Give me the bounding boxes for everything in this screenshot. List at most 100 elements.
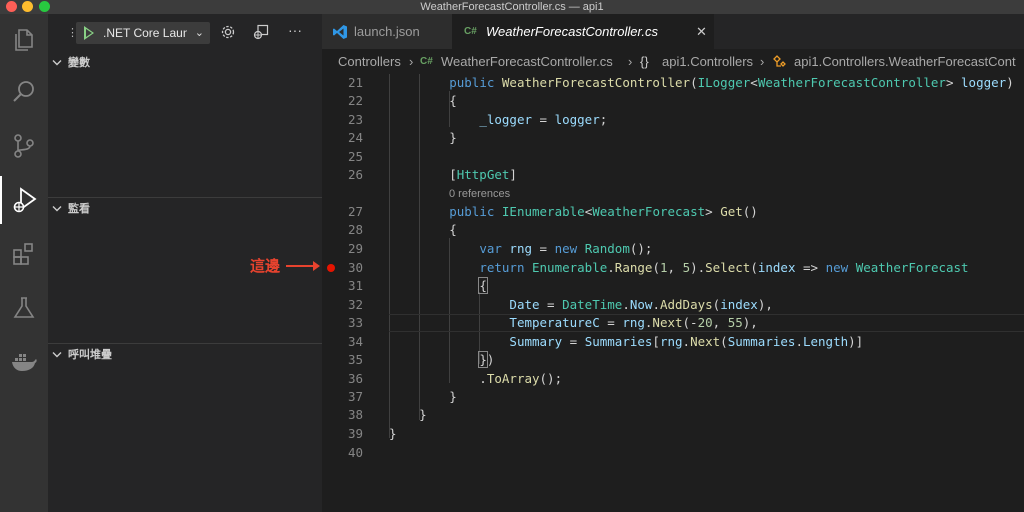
code-line: 29 var rng = new Random(); (322, 240, 1024, 258)
namespace-icon: {} (640, 54, 649, 69)
line-number: 32 (347, 297, 363, 312)
launch-config-select[interactable]: .NET Core Launch ⌄ (76, 22, 210, 44)
code-line: 34 Summary = Summaries[rng.Next(Summarie… (322, 333, 1024, 351)
code-text: public WeatherForecastController(ILogger… (449, 75, 1014, 90)
codelens-references[interactable]: 0 references (449, 185, 510, 203)
code-text: } (389, 130, 457, 145)
explorer-icon[interactable] (0, 16, 48, 64)
code-line: 32 Date = DateTime.Now.AddDays(index), (322, 296, 1024, 314)
code-editor[interactable]: 21 public WeatherForecastController(ILog… (322, 74, 1024, 512)
breadcrumb-item[interactable]: api1.Controllers (662, 55, 753, 69)
watch-section-header[interactable]: 監看 (48, 198, 322, 220)
testing-icon[interactable] (0, 284, 48, 332)
code-line: 30 return Enumerable.Range(1, 5).Select(… (322, 259, 1024, 277)
tab-launch-json[interactable]: launch.json (322, 14, 452, 49)
code-line: 31 { (322, 277, 1024, 295)
line-number: 26 (347, 167, 363, 182)
line-number: 40 (347, 445, 363, 460)
code-line: 39} (322, 425, 1024, 443)
code-line: 25 (322, 148, 1024, 166)
call-stack-section-label: 呼叫堆疊 (68, 349, 112, 361)
breadcrumb: Controllers › C# WeatherForecastControll… (322, 49, 1024, 74)
code-line: 35 }) (322, 351, 1024, 369)
code-line: 26 [HttpGet] (322, 166, 1024, 184)
code-line: 36 .ToArray(); (322, 370, 1024, 388)
line-number: 34 (347, 334, 363, 349)
code-text: TemperatureC = rng.Next(-20, 55), (509, 315, 758, 330)
vscode-icon (333, 25, 347, 39)
variables-section-label: 變數 (68, 57, 90, 69)
debug-toolbar: ⋮ .NET Core Launch ⌄ ··· (48, 14, 322, 50)
code-text: } (389, 389, 457, 404)
tab-label: WeatherForecastController.cs (486, 24, 658, 39)
code-text: .ToArray(); (389, 371, 563, 386)
chevron-right-icon: › (409, 54, 414, 69)
code-text: }) (478, 351, 495, 368)
csharp-file-icon: C# (420, 56, 433, 67)
debug-sidebar: ⋮ .NET Core Launch ⌄ ··· 變數 監看 呼叫堆疊 (48, 14, 322, 512)
launch-config-label: .NET Core Launch (103, 26, 187, 40)
search-icon[interactable] (0, 68, 48, 116)
line-number: 21 (347, 75, 363, 90)
code-line: 21 public WeatherForecastController(ILog… (322, 74, 1024, 92)
line-number: 27 (347, 204, 363, 219)
code-text: var rng = new Random(); (479, 241, 653, 256)
chevron-right-icon: › (628, 54, 633, 69)
debug-console-icon[interactable] (253, 24, 269, 45)
call-stack-section-header[interactable]: 呼叫堆疊 (48, 344, 322, 366)
code-line: 24 } (322, 129, 1024, 147)
annotation-label: 這邊 (250, 258, 281, 275)
editor-tabs: launch.json C# WeatherForecastController… (322, 14, 1024, 49)
code-text: [HttpGet] (389, 167, 517, 182)
chevron-down-icon: ⌄ (194, 27, 204, 39)
code-text: Date = DateTime.Now.AddDays(index), (509, 297, 773, 312)
code-line: 37 } (322, 388, 1024, 406)
line-number: 31 (347, 278, 363, 293)
run-debug-icon[interactable] (0, 176, 48, 224)
code-line: 38 } (322, 406, 1024, 424)
line-number: 30 (347, 260, 363, 275)
docker-icon[interactable] (0, 338, 48, 386)
code-text: } (389, 407, 427, 422)
code-text: _logger = logger; (479, 112, 608, 127)
more-actions-icon[interactable]: ··· (288, 22, 302, 38)
chevron-down-icon (52, 352, 62, 358)
code-text: { (389, 222, 457, 237)
code-text: public IEnumerable<WeatherForecast> Get(… (449, 204, 758, 219)
breadcrumb-item[interactable]: api1.Controllers.WeatherForecastCont (794, 55, 1016, 69)
close-icon[interactable]: ✕ (696, 24, 707, 40)
breadcrumb-item[interactable]: WeatherForecastController.cs (441, 55, 613, 69)
line-number: 22 (347, 93, 363, 108)
chevron-right-icon: › (760, 54, 765, 69)
line-number: 35 (347, 352, 363, 367)
code-line: 23 _logger = logger; (322, 111, 1024, 129)
chevron-down-icon (52, 206, 62, 212)
source-control-icon[interactable] (0, 122, 48, 170)
variables-section-header[interactable]: 變數 (48, 52, 322, 74)
breadcrumb-item[interactable]: Controllers (338, 55, 401, 69)
gear-icon[interactable] (220, 24, 236, 45)
line-number: 23 (347, 112, 363, 127)
code-line: 27 public IEnumerable<WeatherForecast> G… (322, 203, 1024, 221)
line-number: 29 (347, 241, 363, 256)
line-number: 37 (347, 389, 363, 404)
activity-bar (0, 14, 48, 512)
annotation-arrow (286, 261, 320, 271)
code-text: { (389, 93, 457, 108)
watch-section-label: 監看 (68, 203, 90, 215)
line-number: 24 (347, 130, 363, 145)
extensions-icon[interactable] (0, 230, 48, 278)
code-line: 40 (322, 444, 1024, 462)
code-text: } (389, 426, 397, 441)
line-number: 33 (347, 315, 363, 330)
line-number: 38 (347, 407, 363, 422)
window-title: WeatherForecastController.cs — api1 (420, 1, 604, 13)
start-debugging-icon[interactable] (84, 26, 94, 40)
line-number: 28 (347, 222, 363, 237)
code-text: { (478, 277, 488, 294)
code-line: 22 { (322, 92, 1024, 110)
tab-weather-controller[interactable]: C# WeatherForecastController.cs ✕ (452, 14, 714, 49)
tab-label: launch.json (354, 24, 420, 39)
line-number: 25 (347, 149, 363, 164)
code-line: 28 { (322, 221, 1024, 239)
